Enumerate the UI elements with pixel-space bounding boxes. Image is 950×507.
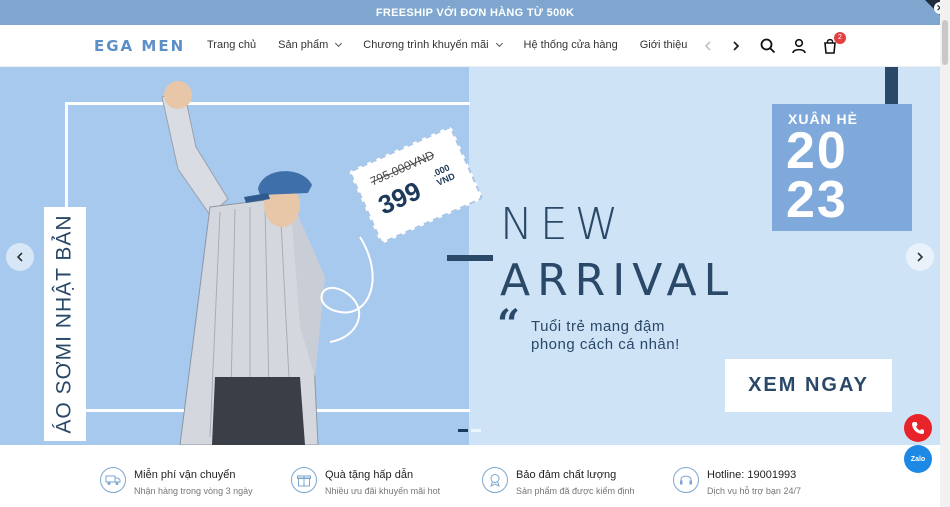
logo[interactable]: EGA MEN [94, 37, 185, 55]
zalo-button[interactable]: Zalo [904, 445, 932, 473]
slider-dot[interactable] [471, 429, 481, 432]
headline-arrival: ARRIVAL [500, 255, 736, 306]
chevron-down-icon [335, 39, 343, 48]
feature-subtitle: Nhận hàng trong vòng 3 ngày [134, 486, 253, 496]
feature-title: Bảo đảm chất lượng [516, 469, 617, 481]
shop-now-button[interactable]: XEM NGAY [725, 359, 892, 412]
quote-icon: “ [497, 301, 521, 348]
chevron-right-icon [917, 252, 924, 262]
search-icon [760, 38, 776, 54]
slider-next-button[interactable] [906, 243, 934, 271]
nav-scroll-arrows [700, 38, 756, 54]
truck-icon [100, 467, 126, 493]
feature-title: Miễn phí vận chuyển [134, 469, 236, 481]
chevron-down-icon [495, 39, 503, 48]
gift-icon [291, 467, 317, 493]
slider-prev-button[interactable] [6, 243, 34, 271]
call-button[interactable] [904, 414, 932, 442]
feature-item-shipping: Miễn phí vận chuyển Nhận hàng trong vòng… [100, 467, 253, 496]
hero-banner: ÁO SƠMI NHẬT BẢN 795.000VND 399 .000 VND [0, 67, 940, 445]
site-header: EGA MEN Trang chủ Sản phẩm Chương trình … [0, 25, 940, 67]
feature-subtitle: Nhiều ưu đãi khuyến mãi hot [325, 486, 441, 496]
account-button[interactable] [789, 36, 809, 56]
feature-subtitle: Dịch vụ hỗ trợ bạn 24/7 [707, 486, 801, 496]
headline-dash [447, 255, 493, 261]
chevron-left-icon [704, 41, 711, 51]
slider-dots [458, 429, 484, 432]
promo-topbar: FREESHIP VỚI ĐƠN HÀNG TỪ 500K [0, 0, 950, 25]
vertical-title: ÁO SƠMI NHẬT BẢN [53, 214, 76, 434]
nav-prev-button[interactable] [700, 38, 716, 54]
chevron-right-icon [733, 41, 740, 51]
slider-dot-active[interactable] [458, 429, 468, 432]
nav-promotions[interactable]: Chương trình khuyến mãi [363, 39, 503, 51]
search-button[interactable] [758, 36, 778, 56]
headline-new: NEW [500, 199, 626, 250]
headset-icon [673, 467, 699, 493]
nav-stores[interactable]: Hệ thống cửa hàng [524, 39, 618, 51]
page-scrollbar-thumb[interactable] [942, 20, 948, 65]
page-scrollbar[interactable] [940, 0, 950, 507]
feature-title: Hotline: 19001993 [707, 469, 797, 481]
slogan: Tuổi trẻ mang đậm phong cách cá nhân! [531, 318, 680, 353]
badge-icon [482, 467, 508, 493]
feature-subtitle: Sản phẩm đã được kiểm định [516, 486, 635, 496]
header-icons: 2 [758, 32, 851, 56]
nav-next-button[interactable] [728, 38, 744, 54]
feature-item-hotline: Hotline: 19001993 Dịch vụ hỗ trợ bạn 24/… [673, 467, 801, 496]
user-icon [792, 38, 806, 54]
zalo-icon: Zalo [910, 455, 926, 463]
nav-home[interactable]: Trang chủ [207, 39, 256, 51]
feature-strip: Miễn phí vận chuyển Nhận hàng trong vòng… [0, 445, 940, 507]
cart-button[interactable]: 2 [820, 32, 846, 56]
cart-count-badge: 2 [834, 32, 846, 44]
tag-string [320, 236, 374, 343]
phone-icon [912, 422, 924, 434]
season-year-bottom: 23 [786, 171, 848, 229]
feature-item-gift: Quà tặng hấp dẫn Nhiều ưu đãi khuyến mãi… [291, 467, 440, 496]
feature-title: Quà tặng hấp dẫn [325, 469, 414, 481]
promo-text: FREESHIP VỚI ĐƠN HÀNG TỪ 500K [375, 6, 575, 19]
main-nav: Trang chủ Sản phẩm Chương trình khuyến m… [207, 39, 709, 51]
chevron-left-icon [16, 252, 23, 262]
nav-products[interactable]: Sản phẩm [278, 39, 343, 51]
nav-about[interactable]: Giới thiệu [640, 39, 688, 51]
feature-item-quality: Bảo đảm chất lượng Sản phẩm đã được kiểm… [482, 467, 635, 496]
